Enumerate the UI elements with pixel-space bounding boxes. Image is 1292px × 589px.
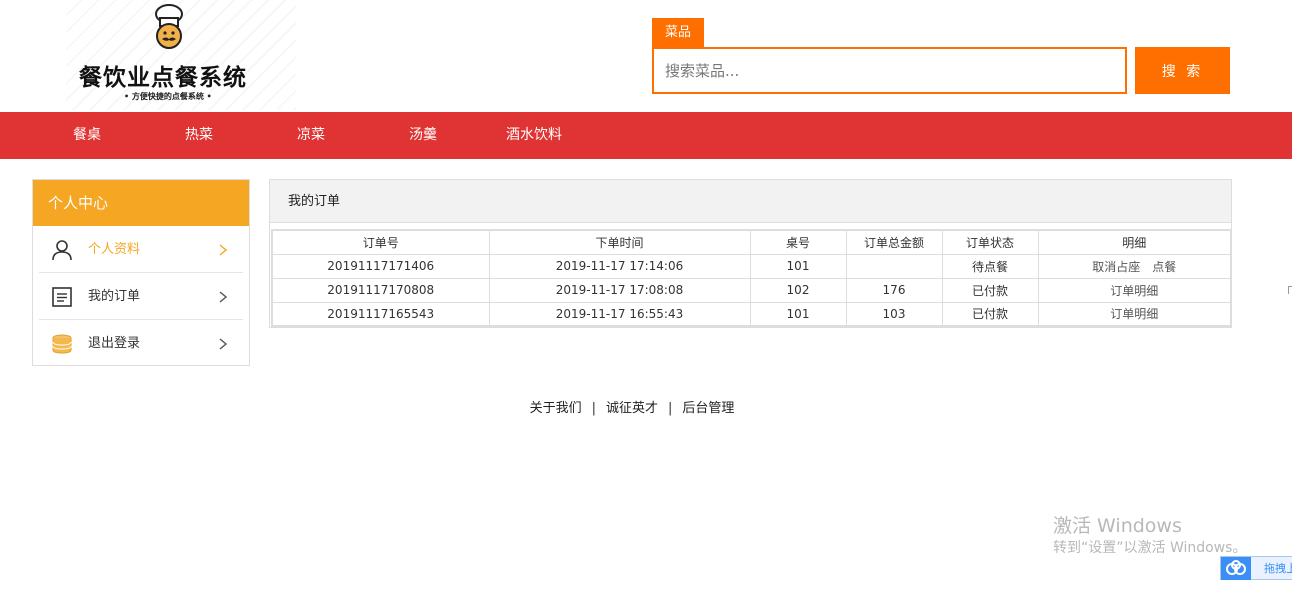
order-amount-cell: 176 (845, 277, 943, 303)
cancel-reservation-link[interactable]: 取消占座 (1092, 260, 1140, 274)
sidebar-item-label: 我的订单 (88, 289, 141, 304)
logo-title: 餐饮业点餐系统 (79, 65, 247, 91)
order-status-cell: 已付款 (941, 277, 1039, 303)
table-header-row: 订单号 下单时间 桌号 订单总金额 订单状态 明细 (271, 229, 1232, 255)
table-number-cell: 102 (749, 277, 847, 303)
table-number-cell: 101 (749, 301, 847, 327)
orders-table: 订单号 下单时间 桌号 订单总金额 订单状态 明细 20191117171406… (271, 229, 1232, 327)
logo[interactable]: 餐饮业点餐系统 • 方便快捷的点餐系统 • (66, 0, 296, 110)
order-time-cell: 2019-11-17 16:55:43 (488, 301, 751, 327)
table-number-cell: 101 (749, 253, 847, 279)
footer-separator: | (591, 401, 596, 416)
coins-icon (52, 334, 72, 354)
footer-link-about[interactable]: 关于我们 (530, 401, 582, 416)
search-category-tab[interactable]: 菜品 (652, 18, 704, 47)
footer: 关于我们 | 诚征英才 | 后台管理 (0, 397, 1264, 416)
order-detail-link[interactable]: 订单明细 (1110, 284, 1158, 298)
order-food-link[interactable]: 点餐 (1152, 260, 1176, 274)
footer-link-admin[interactable]: 后台管理 (682, 401, 734, 416)
logo-subtitle: • 方便快捷的点餐系统 • (124, 92, 212, 101)
column-header: 下单时间 (488, 229, 751, 255)
chef-logo-icon (155, 4, 183, 49)
user-icon (52, 240, 72, 261)
drag-upload-bar[interactable]: 拖拽上 (1220, 556, 1292, 580)
column-header: 桌号 (749, 229, 847, 255)
nav-item-hot-dishes[interactable]: 热菜 (185, 112, 213, 159)
nav-item-tables[interactable]: 餐桌 (73, 112, 101, 159)
order-amount-cell (845, 253, 943, 279)
column-header: 订单状态 (941, 229, 1039, 255)
nav-item-drinks[interactable]: 酒水饮料 (506, 112, 562, 159)
order-number-cell: 20191117165543 (271, 301, 490, 327)
sidebar-item-my-orders[interactable]: 我的订单 (39, 273, 243, 320)
chevron-right-icon (219, 244, 227, 256)
sidebar-item-label: 退出登录 (88, 336, 141, 351)
nav-item-soups[interactable]: 汤羹 (409, 112, 437, 159)
column-header: 订单号 (271, 229, 490, 255)
column-header: 明细 (1037, 229, 1232, 255)
column-header: 订单总金额 (845, 229, 943, 255)
footer-separator: | (668, 401, 673, 416)
search-box (652, 47, 1127, 94)
nav-item-cold-dishes[interactable]: 凉菜 (297, 112, 325, 159)
table-row: 20191117165543 2019-11-17 16:55:43 101 1… (271, 301, 1232, 327)
order-detail-link[interactable]: 订单明细 (1110, 307, 1158, 321)
footer-link-careers[interactable]: 诚征英才 (606, 401, 658, 416)
header: 餐饮业点餐系统 • 方便快捷的点餐系统 • 菜品 搜 索 (0, 0, 1292, 112)
search-button[interactable]: 搜 索 (1135, 47, 1230, 94)
order-amount-cell: 103 (845, 301, 943, 327)
order-status-cell: 待点餐 (941, 253, 1039, 279)
scroll-edge-marker (1288, 286, 1292, 294)
order-number-cell: 20191117170808 (271, 277, 490, 303)
sidebar-item-logout[interactable]: 退出登录 (39, 320, 243, 367)
sidebar-item-profile[interactable]: 个人资料 (39, 226, 243, 273)
search-input[interactable] (654, 49, 1125, 92)
chevron-right-icon (219, 338, 227, 350)
order-actions-cell: 订单明细 (1037, 301, 1232, 327)
chevron-right-icon (219, 291, 227, 303)
order-time-cell: 2019-11-17 17:08:08 (488, 277, 751, 303)
order-number-cell: 20191117171406 (271, 253, 490, 279)
orders-panel: 我的订单 订单号 下单时间 桌号 订单总金额 订单状态 明细 201911171… (269, 179, 1232, 328)
drag-bar-label: 拖拽上 (1264, 562, 1292, 575)
order-actions-cell: 取消占座 点餐 (1037, 253, 1232, 279)
main-nav: 餐桌 热菜 凉菜 汤羹 酒水饮料 (0, 112, 1292, 159)
table-row: 20191117171406 2019-11-17 17:14:06 101 待… (271, 253, 1232, 279)
cloud-icon (1221, 557, 1251, 580)
table-row: 20191117170808 2019-11-17 17:08:08 102 1… (271, 277, 1232, 303)
panel-title: 我的订单 (270, 180, 1231, 223)
sidebar-item-label: 个人资料 (88, 242, 141, 257)
order-status-cell: 已付款 (941, 301, 1039, 327)
order-time-cell: 2019-11-17 17:14:06 (488, 253, 751, 279)
activation-watermark-subtitle: 转到“设置”以激活 Windows。 (1053, 540, 1247, 556)
activation-watermark-title: 激活 Windows (1053, 515, 1182, 537)
order-actions-cell: 订单明细 (1037, 277, 1232, 303)
sidebar: 个人中心 个人资料 我的订单 退出登录 (32, 179, 250, 366)
order-list-icon (52, 287, 72, 307)
sidebar-title: 个人中心 (33, 180, 249, 226)
